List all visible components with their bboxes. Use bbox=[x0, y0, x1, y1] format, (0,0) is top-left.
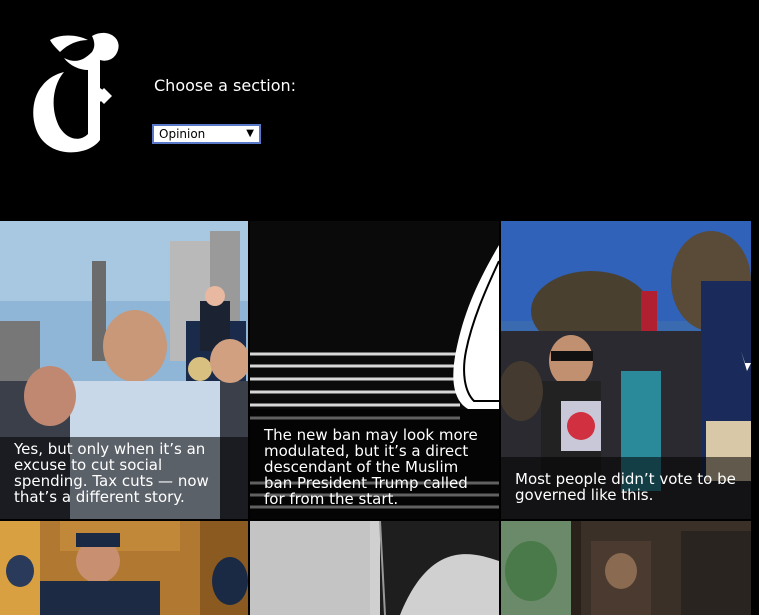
article-caption-2: The new ban may look more modulated, but… bbox=[250, 409, 499, 519]
nyt-logo[interactable] bbox=[30, 30, 122, 155]
article-caption-1: Yes, but only when it’s an excuse to cut… bbox=[0, 437, 248, 519]
dropdown-arrow-icon[interactable]: ▼ bbox=[246, 126, 254, 142]
article-caption-3: Most people didn’t vote to be governed l… bbox=[501, 457, 751, 519]
article-tile-3[interactable]: Most people didn’t vote to be governed l… bbox=[501, 221, 751, 519]
article-tile-1[interactable]: Yes, but only when it’s an excuse to cut… bbox=[0, 221, 248, 519]
article-image-5 bbox=[250, 521, 499, 615]
section-label: Choose a section: bbox=[154, 76, 297, 95]
article-tile-5[interactable] bbox=[250, 521, 499, 615]
article-tile-4[interactable] bbox=[0, 521, 248, 615]
section-select[interactable]: Opinion ▼ bbox=[152, 124, 261, 144]
article-image-4 bbox=[0, 521, 248, 615]
article-image-6 bbox=[501, 521, 751, 615]
article-tile-2[interactable]: The new ban may look more modulated, but… bbox=[250, 221, 499, 519]
section-select-value: Opinion bbox=[159, 127, 206, 141]
article-tile-6[interactable] bbox=[501, 521, 751, 615]
